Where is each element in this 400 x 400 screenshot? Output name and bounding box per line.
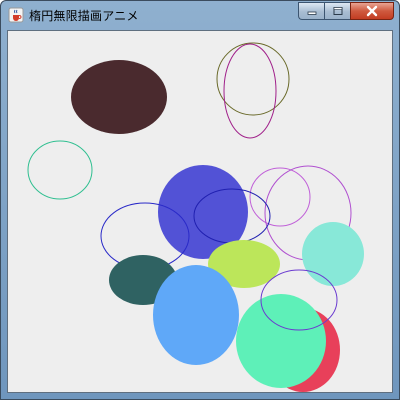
close-icon bbox=[366, 5, 378, 17]
java-coffee-cup-icon bbox=[8, 7, 24, 23]
app-window: 楕円無限描画アニメ bbox=[0, 0, 400, 400]
window-title: 楕円無限描画アニメ bbox=[29, 9, 139, 23]
maximize-icon bbox=[333, 7, 342, 15]
title-bar[interactable]: 楕円無限描画アニメ bbox=[1, 1, 399, 29]
ellipse-dark-maroon-filled bbox=[71, 60, 167, 134]
minimize-button[interactable] bbox=[298, 2, 324, 20]
window-controls bbox=[298, 2, 394, 21]
close-button[interactable] bbox=[350, 2, 394, 20]
ellipse-canvas bbox=[8, 31, 392, 392]
maximize-button[interactable] bbox=[324, 2, 350, 20]
ellipse-spring-green-filled bbox=[236, 294, 326, 388]
ellipse-sky-blue-filled bbox=[153, 265, 239, 365]
drawing-panel bbox=[7, 30, 393, 393]
minimize-icon bbox=[307, 11, 316, 15]
ellipse-mint-filled bbox=[302, 222, 364, 286]
